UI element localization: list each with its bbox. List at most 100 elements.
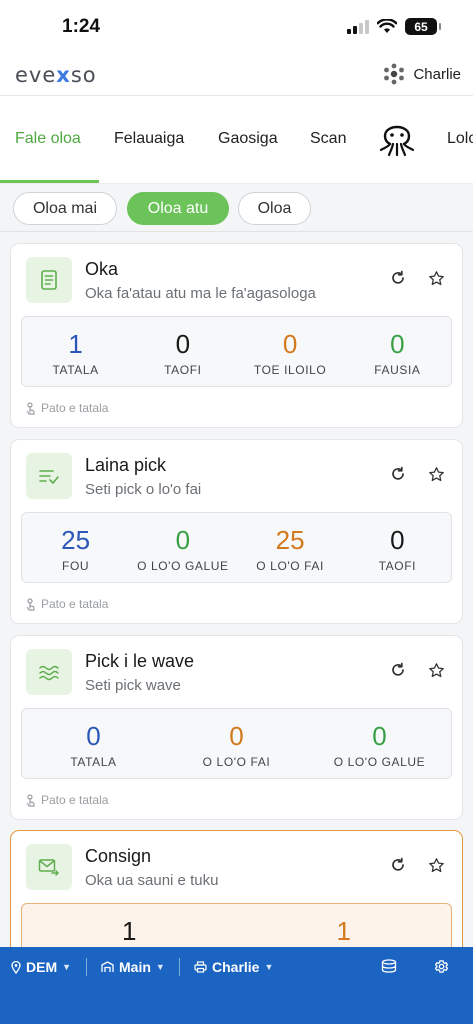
card-title: Laina pick (85, 455, 167, 475)
document-icon (26, 257, 72, 303)
stat-label: TATALA (70, 755, 117, 769)
printer-icon (194, 961, 207, 973)
refresh-icon[interactable] (388, 660, 408, 680)
card-footer[interactable]: Pato e tatala (26, 597, 108, 611)
segment-oloa[interactable]: Oloa (238, 192, 311, 225)
stat-taofi[interactable]: 0 TAOFI (344, 513, 451, 582)
location-pin-icon (11, 960, 21, 974)
logo-text-x: x (56, 63, 71, 87)
card-footer-label: Pato e tatala (41, 793, 109, 807)
user-menu[interactable]: Charlie (383, 63, 461, 85)
user-name: Charlie (413, 65, 461, 83)
stat-tatala[interactable]: 0 TATALA (22, 709, 165, 778)
stat-label: O LO'O GALUE (137, 559, 229, 573)
stat-o-loo-fai[interactable]: 25 O LO'O FAI (237, 513, 344, 582)
warehouse-icon (101, 961, 114, 972)
stat-value: 1 (336, 916, 351, 946)
card-subtitle: Oka ua sauni e tuku (85, 872, 219, 889)
card-footer[interactable]: Pato e tatala (26, 401, 108, 415)
tab-fale-oloa[interactable]: Fale oloa (15, 130, 81, 148)
star-icon[interactable] (426, 464, 446, 484)
stats-panel: 25 FOU 0 O LO'O GALUE 25 O LO'O FAI 0 TAOFI (21, 512, 452, 583)
stat-fou[interactable]: 25 FOU (22, 513, 129, 582)
stat-o-loo-galue[interactable]: 0 O LO'O GALUE (129, 513, 236, 582)
database-icon (381, 959, 397, 973)
chevron-down-icon: ▼ (264, 962, 274, 972)
settings-button[interactable] (434, 959, 449, 974)
active-tab-indicator (0, 180, 99, 183)
stat-label: FAUSIA (374, 363, 421, 377)
stat-value: 1 (122, 916, 137, 946)
stat-value: 0 (175, 329, 191, 359)
gear-icon (434, 960, 449, 973)
status-bar: 1:24 65 (0, 0, 473, 56)
card-footer[interactable]: Pato e tatala (26, 793, 108, 807)
chevron-down-icon: ▼ (155, 962, 165, 972)
waves-icon (26, 649, 72, 695)
warehouse-label: Main (119, 959, 151, 975)
stat-value: 0 (282, 329, 298, 359)
stat-taofi[interactable]: 0 TAOFI (129, 317, 236, 386)
cellular-signal-icon (347, 19, 369, 34)
app-header: evexso Charlie (0, 56, 473, 96)
stat-o-loo-galue[interactable]: 0 O LO'O GALUE (308, 709, 451, 778)
database-button[interactable] (381, 959, 397, 973)
stat-fausia[interactable]: 0 FAUSIA (344, 317, 451, 386)
segment-filter: Oloa mai Oloa atu Oloa (0, 184, 473, 232)
status-icons: 65 (347, 18, 441, 35)
bottom-bar: DEM ▼ Main ▼ Charlie ▼ (0, 947, 473, 1024)
star-icon[interactable] (426, 855, 446, 875)
location-selector[interactable]: DEM ▼ (11, 959, 71, 975)
card-subtitle: Seti pick o lo'o fai (85, 481, 202, 498)
refresh-icon[interactable] (388, 268, 408, 288)
tab-felauaiga[interactable]: Felauaiga (114, 130, 184, 148)
stat-label: FOU (62, 559, 90, 573)
card-pick-i-le-wave[interactable]: Pick i le wave Seti pick wave 0 TATALA 0 O… (10, 635, 463, 820)
app-logo: evexso (15, 63, 97, 87)
divider (179, 958, 180, 976)
card-title: Pick i le wave (85, 651, 195, 671)
star-icon[interactable] (426, 268, 446, 288)
checklist-icon (26, 453, 72, 499)
card-title: Consign (85, 846, 152, 866)
refresh-icon[interactable] (388, 855, 408, 875)
segment-oloa-mai[interactable]: Oloa mai (13, 192, 117, 225)
user-network-icon (384, 63, 405, 85)
status-time: 1:24 (62, 16, 101, 37)
card-oka[interactable]: Oka Oka fa'atau atu ma le fa'agasologa 1… (10, 243, 463, 428)
stat-label: TAOFI (164, 363, 202, 377)
star-icon[interactable] (426, 660, 446, 680)
stat-label: O LO'O FAI (202, 755, 271, 769)
stat-value: 0 (390, 525, 405, 555)
stat-tatala[interactable]: 1 TATALA (22, 317, 129, 386)
wifi-icon (377, 19, 397, 33)
stat-value: 25 (275, 525, 305, 555)
stat-value: 1 (68, 329, 83, 359)
location-label: DEM (26, 959, 58, 975)
warehouse-selector[interactable]: Main ▼ (101, 959, 165, 975)
chevron-down-icon: ▼ (62, 962, 72, 972)
stat-value: 0 (390, 329, 405, 359)
card-laina-pick[interactable]: Laina pick Seti pick o lo'o fai 25 FOU 0 O… (10, 439, 463, 624)
segment-oloa-atu[interactable]: Oloa atu (127, 192, 229, 225)
card-title: Oka (85, 259, 119, 279)
tab-lolo[interactable]: Lolo (447, 130, 473, 148)
octopus-icon[interactable] (377, 118, 417, 158)
card-subtitle: Seti pick wave (85, 677, 181, 694)
card-footer-label: Pato e tatala (41, 401, 109, 415)
stat-value: 0 (175, 525, 191, 555)
stat-value: 0 (229, 721, 244, 751)
printer-selector[interactable]: Charlie ▼ (194, 959, 273, 975)
refresh-icon[interactable] (388, 464, 408, 484)
stat-label: TOE ILOILO (253, 363, 327, 377)
stat-value: 0 (372, 721, 387, 751)
logo-text-right: so (70, 63, 97, 87)
printer-label: Charlie (212, 959, 260, 975)
card-footer-label: Pato e tatala (41, 597, 109, 611)
stat-toe-iloilo[interactable]: 0 TOE ILOILO (237, 317, 344, 386)
tab-gaosiga[interactable]: Gaosiga (218, 130, 278, 148)
battery-icon: 65 (405, 18, 441, 35)
stat-o-loo-fai[interactable]: 0 O LO'O FAI (165, 709, 308, 778)
touch-icon (26, 597, 35, 611)
tab-scan[interactable]: Scan (310, 130, 346, 148)
